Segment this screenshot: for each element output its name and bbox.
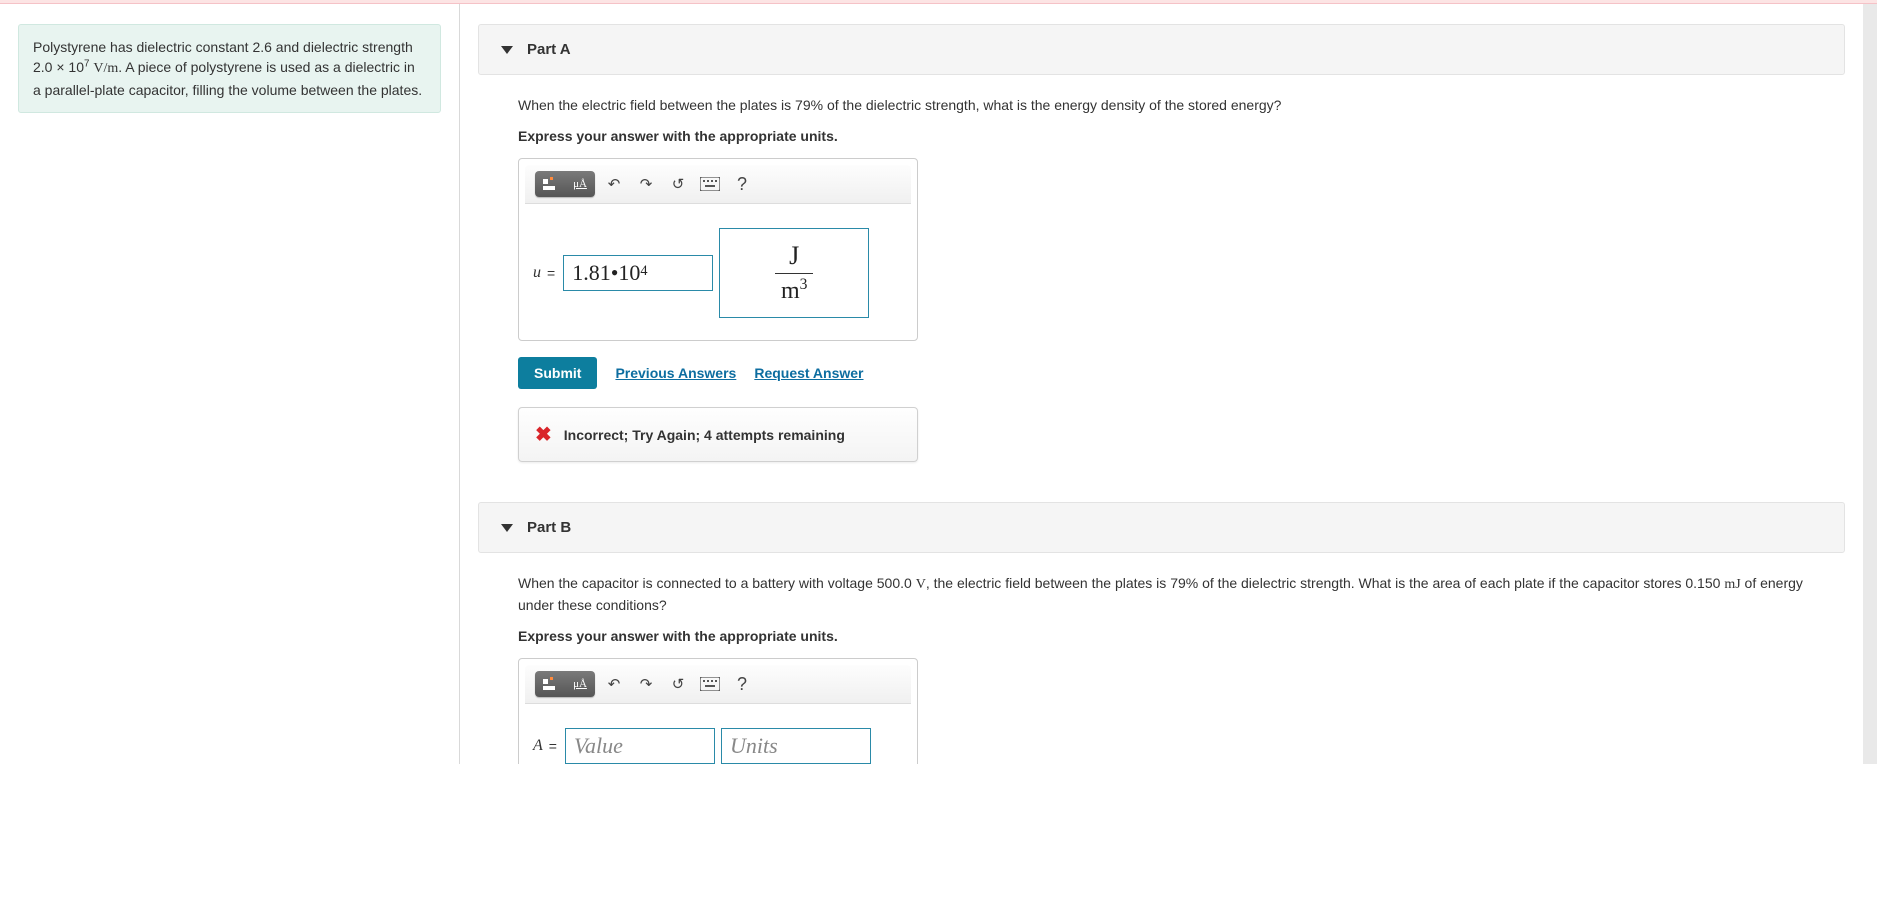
chevron-down-icon xyxy=(501,524,513,532)
part-a-variable: u xyxy=(533,264,541,282)
part-b-units-input[interactable]: Units xyxy=(721,728,871,764)
reset-icon[interactable]: ↺ xyxy=(665,671,691,697)
scrollbar-track[interactable] xyxy=(1863,4,1877,764)
keyboard-icon[interactable] xyxy=(697,171,723,197)
part-a-instruction: Express your answer with the appropriate… xyxy=(518,128,1823,144)
part-b-variable: A xyxy=(533,737,543,755)
part-a-answer-row: u = 1.81 • 104 J m3 xyxy=(519,210,917,340)
part-a-toolbar: μÅ ↶ ↷ ↺ ? xyxy=(525,165,911,204)
part-a-body: When the electric field between the plat… xyxy=(460,75,1863,492)
toolbar-templates-group: μÅ xyxy=(535,171,595,197)
part-b-prompt: When the capacitor is connected to a bat… xyxy=(518,573,1823,616)
part-a-units-input[interactable]: J m3 xyxy=(719,228,869,318)
part-b-instruction: Express your answer with the appropriate… xyxy=(518,628,1823,644)
reset-icon[interactable]: ↺ xyxy=(665,171,691,197)
equals-sign: = xyxy=(547,265,555,281)
help-icon[interactable]: ? xyxy=(729,171,755,197)
keyboard-icon[interactable] xyxy=(697,671,723,697)
request-answer-link[interactable]: Request Answer xyxy=(754,365,863,381)
chevron-down-icon xyxy=(501,46,513,54)
part-b-answer-box: μÅ ↶ ↷ ↺ ? A = Value Units xyxy=(518,658,918,764)
redo-icon[interactable]: ↷ xyxy=(633,171,659,197)
units-picker-icon[interactable]: μÅ xyxy=(565,171,595,197)
part-b-value-input[interactable]: Value xyxy=(565,728,715,764)
part-a-title: Part A xyxy=(527,41,571,58)
redo-icon[interactable]: ↷ xyxy=(633,671,659,697)
main-container: Polystyrene has dielectric constant 2.6 … xyxy=(0,4,1877,764)
help-icon[interactable]: ? xyxy=(729,671,755,697)
problem-statement-column: Polystyrene has dielectric constant 2.6 … xyxy=(0,4,460,764)
part-a-actions: Submit Previous Answers Request Answer xyxy=(518,357,1823,389)
part-a-prompt: When the electric field between the plat… xyxy=(518,95,1823,116)
undo-icon[interactable]: ↶ xyxy=(601,671,627,697)
part-b-header[interactable]: Part B xyxy=(478,502,1845,553)
previous-answers-link[interactable]: Previous Answers xyxy=(615,365,736,381)
undo-icon[interactable]: ↶ xyxy=(601,171,627,197)
incorrect-icon: ✖ xyxy=(535,422,552,447)
part-a-value-input[interactable]: 1.81 • 104 xyxy=(563,255,713,291)
feedback-text: Incorrect; Try Again; 4 attempts remaini… xyxy=(564,427,845,443)
unit-numerator: J xyxy=(775,242,813,274)
problem-text-pre: Polystyrene has dielectric constant 2.6 … xyxy=(33,39,413,55)
templates-icon[interactable] xyxy=(535,171,565,197)
submit-button[interactable]: Submit xyxy=(518,357,597,389)
fraction-display: J m3 xyxy=(775,242,813,304)
part-b-answer-row: A = Value Units xyxy=(519,710,917,764)
part-b-title: Part B xyxy=(527,519,571,536)
units-picker-icon[interactable]: μÅ xyxy=(565,671,595,697)
toolbar-templates-group: μÅ xyxy=(535,671,595,697)
part-b-body: When the capacitor is connected to a bat… xyxy=(460,553,1863,764)
part-a-answer-box: μÅ ↶ ↷ ↺ ? u = 1.81 • 104 xyxy=(518,158,918,341)
problem-statement-box: Polystyrene has dielectric constant 2.6 … xyxy=(18,24,441,113)
templates-icon[interactable] xyxy=(535,671,565,697)
unit-denominator: m3 xyxy=(781,274,807,304)
part-b-toolbar: μÅ ↶ ↷ ↺ ? xyxy=(525,665,911,704)
parts-column: Part A When the electric field between t… xyxy=(460,4,1863,764)
part-a-header[interactable]: Part A xyxy=(478,24,1845,75)
equals-sign: = xyxy=(549,738,557,754)
part-a-feedback: ✖ Incorrect; Try Again; 4 attempts remai… xyxy=(518,407,918,462)
dielectric-strength-value: 2.0 × 107 V/m xyxy=(33,59,118,75)
